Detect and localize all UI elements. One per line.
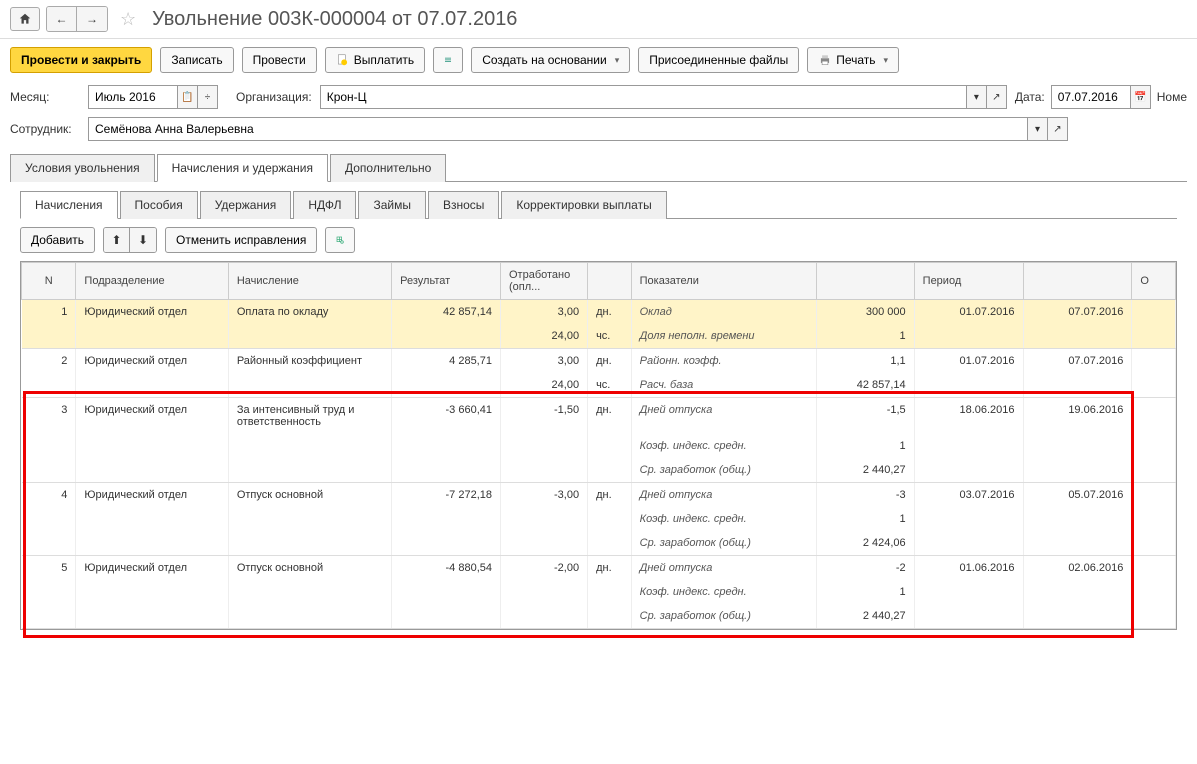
col-result[interactable]: Результат: [392, 263, 501, 300]
move-down-button[interactable]: ⬇: [130, 228, 156, 252]
table-row[interactable]: Коэф. индекс. средн.1: [22, 434, 1176, 458]
employee-open-button[interactable]: ↗: [1048, 117, 1068, 141]
chevron-down-icon: ▾: [974, 92, 979, 103]
cancel-corrections-button[interactable]: Отменить исправления: [165, 227, 317, 253]
arrow-right-icon: →: [86, 12, 98, 26]
accruals-table[interactable]: N Подразделение Начисление Результат Отр…: [21, 262, 1176, 629]
col-indicators[interactable]: Показатели: [631, 263, 816, 300]
org-dropdown-button[interactable]: ▾: [967, 85, 987, 109]
post-and-close-button[interactable]: Провести и закрыть: [10, 47, 152, 73]
col-dept[interactable]: Подразделение: [76, 263, 228, 300]
list-icon: [444, 53, 452, 67]
open-icon: ↗: [992, 92, 1000, 103]
sub-tabs: Начисления Пособия Удержания НДФЛ Займы …: [20, 190, 1177, 219]
table-row[interactable]: Коэф. индекс. средн.1: [22, 580, 1176, 604]
col-accrual[interactable]: Начисление: [228, 263, 391, 300]
chevron-down-icon: ▾: [1035, 124, 1040, 135]
main-tabs: Условия увольнения Начисления и удержани…: [10, 153, 1187, 182]
attached-files-button[interactable]: Присоединенные файлы: [638, 47, 799, 73]
print-button[interactable]: Печать: [807, 47, 899, 73]
date-input[interactable]: [1051, 85, 1131, 109]
subtab-loans[interactable]: Займы: [358, 191, 426, 219]
subtab-benefits[interactable]: Пособия: [120, 191, 198, 219]
subtab-accruals[interactable]: Начисления: [20, 191, 118, 219]
table-row[interactable]: 2Юридический отделРайонный коэффициент4 …: [22, 349, 1176, 374]
col-extra[interactable]: О: [1132, 263, 1176, 300]
table-row[interactable]: Ср. заработок (общ.)2 440,27: [22, 604, 1176, 629]
org-label: Организация:: [236, 90, 312, 104]
employee-label: Сотрудник:: [10, 122, 80, 136]
tab-accruals-deductions[interactable]: Начисления и удержания: [157, 154, 328, 182]
tab-additional[interactable]: Дополнительно: [330, 154, 446, 182]
subtab-ndfl[interactable]: НДФЛ: [293, 191, 356, 219]
col-worked-unit[interactable]: [588, 263, 632, 300]
subtab-deductions[interactable]: Удержания: [200, 191, 292, 219]
table-row[interactable]: 3Юридический отделЗа интенсивный труд и …: [22, 398, 1176, 435]
calendar-icon: 📅: [1134, 92, 1146, 103]
col-period2[interactable]: [1023, 263, 1132, 300]
save-button[interactable]: Записать: [160, 47, 233, 73]
subtab-contributions[interactable]: Взносы: [428, 191, 499, 219]
col-worked[interactable]: Отработано (опл...: [500, 263, 587, 300]
favorite-star-icon[interactable]: ☆: [120, 9, 136, 30]
tab-dismissal-conditions[interactable]: Условия увольнения: [10, 154, 155, 182]
table-row[interactable]: 24,00чс.Расч. база42 857,14: [22, 373, 1176, 398]
table-plus-icon: [336, 233, 344, 247]
page-title: Увольнение 003К-000004 от 07.07.2016: [152, 8, 517, 31]
month-label: Месяц:: [10, 90, 80, 104]
month-input[interactable]: [88, 85, 178, 109]
month-picker-button[interactable]: 📋: [178, 85, 198, 109]
table-row[interactable]: Ср. заработок (общ.)2 424,06: [22, 531, 1176, 556]
create-based-button[interactable]: Создать на основании: [471, 47, 630, 73]
table-row[interactable]: 1Юридический отделОплата по окладу42 857…: [22, 300, 1176, 325]
document-money-icon: [336, 53, 350, 67]
employee-input[interactable]: [88, 117, 1028, 141]
org-input[interactable]: [320, 85, 967, 109]
back-button[interactable]: ←: [47, 7, 77, 31]
arrow-down-icon: ⬇: [138, 233, 148, 247]
col-period[interactable]: Период: [914, 263, 1023, 300]
add-button[interactable]: Добавить: [20, 227, 95, 253]
spinner-icon: ÷: [205, 92, 211, 103]
table-settings-button[interactable]: [325, 227, 355, 253]
col-indicator-val[interactable]: [816, 263, 914, 300]
forward-button[interactable]: →: [77, 7, 107, 31]
col-n[interactable]: N: [22, 263, 76, 300]
home-button[interactable]: [10, 7, 40, 31]
table-row[interactable]: Коэф. индекс. средн.1: [22, 507, 1176, 531]
table-row[interactable]: 24,00чс.Доля неполн. времени1: [22, 324, 1176, 349]
date-picker-button[interactable]: 📅: [1131, 85, 1151, 109]
printer-icon: [818, 53, 832, 67]
arrow-up-icon: ⬆: [112, 233, 122, 247]
table-row[interactable]: 4Юридический отделОтпуск основной-7 272,…: [22, 483, 1176, 508]
open-icon: ↗: [1053, 124, 1061, 135]
employee-dropdown-button[interactable]: ▾: [1028, 117, 1048, 141]
calendar-icon: 📋: [181, 92, 193, 103]
date-label: Дата:: [1015, 90, 1045, 104]
table-row[interactable]: Ср. заработок (общ.)2 440,27: [22, 458, 1176, 483]
month-spinner[interactable]: ÷: [198, 85, 218, 109]
move-up-button[interactable]: ⬆: [104, 228, 130, 252]
org-open-button[interactable]: ↗: [987, 85, 1007, 109]
subtab-payment-corrections[interactable]: Корректировки выплаты: [501, 191, 666, 219]
number-label: Номе: [1157, 90, 1187, 104]
table-row[interactable]: 5Юридический отделОтпуск основной-4 880,…: [22, 556, 1176, 581]
register-button[interactable]: [433, 47, 463, 73]
post-button[interactable]: Провести: [242, 47, 317, 73]
home-icon: [18, 12, 32, 26]
pay-button[interactable]: Выплатить: [325, 47, 426, 73]
arrow-left-icon: ←: [56, 12, 68, 26]
accruals-table-wrap: N Подразделение Начисление Результат Отр…: [20, 261, 1177, 630]
